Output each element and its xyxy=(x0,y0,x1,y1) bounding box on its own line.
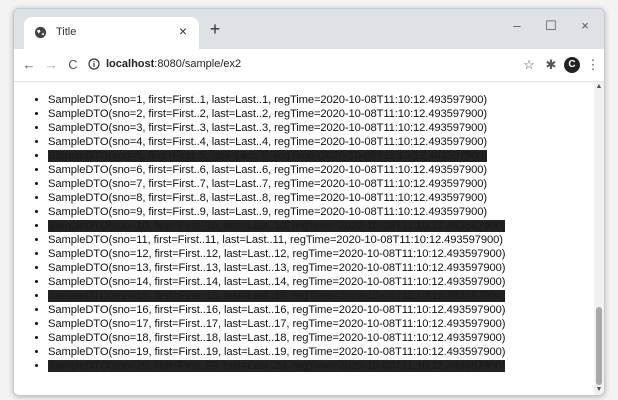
browser-window: Title × + – ☐ × ← → C localhost:8080/sam… xyxy=(13,8,605,396)
list-item: SampleDTO(sno=6, first=First..6, last=La… xyxy=(48,163,505,177)
list-item: SampleDTO(sno=20, first=First..20, last=… xyxy=(48,359,506,373)
menu-kebab-icon[interactable]: ⋮ xyxy=(584,56,602,74)
list-item-text: SampleDTO(sno=13, first=First..13, last=… xyxy=(48,262,506,274)
list-item-text: SampleDTO(sno=9, first=First..9, last=La… xyxy=(48,206,488,218)
list-item-text: SampleDTO(sno=10, first=First..10, last=… xyxy=(48,220,506,232)
list-item-text: SampleDTO(sno=1, first=First..1, last=La… xyxy=(48,94,488,106)
vertical-scrollbar[interactable]: ▲ ▼ xyxy=(594,82,604,395)
list-item-text: SampleDTO(sno=7, first=First..7, last=La… xyxy=(48,178,488,190)
site-info-icon[interactable] xyxy=(88,58,100,70)
list-item: SampleDTO(sno=7, first=First..7, last=La… xyxy=(48,177,505,191)
forward-arrow-icon[interactable]: → xyxy=(42,56,60,74)
scroll-up-icon[interactable]: ▲ xyxy=(594,82,604,92)
list-item: SampleDTO(sno=11, first=First..11, last=… xyxy=(48,233,505,247)
list-item: SampleDTO(sno=14, first=First..14, last=… xyxy=(48,275,506,289)
list-item: SampleDTO(sno=3, first=First..3, last=La… xyxy=(48,121,505,135)
sample-dto-list: SampleDTO(sno=1, first=First..1, last=La… xyxy=(14,93,506,373)
list-item-text: SampleDTO(sno=3, first=First..3, last=La… xyxy=(48,122,488,134)
list-item-text: SampleDTO(sno=2, first=First..2, last=La… xyxy=(48,108,488,120)
globe-icon xyxy=(34,26,47,39)
tab-close-icon[interactable]: × xyxy=(175,23,191,39)
list-item: SampleDTO(sno=19, first=First..19, last=… xyxy=(48,345,506,359)
list-item: SampleDTO(sno=5, first=First..5, last=La… xyxy=(48,149,505,163)
list-item-text: SampleDTO(sno=11, first=First..11, last=… xyxy=(48,234,503,246)
list-item-text: SampleDTO(sno=14, first=First..14, last=… xyxy=(48,276,506,288)
minimize-icon[interactable]: – xyxy=(502,15,532,37)
list-item: SampleDTO(sno=12, first=First..12, last=… xyxy=(48,247,506,261)
list-item-text: SampleDTO(sno=12, first=First..12, last=… xyxy=(48,248,506,260)
bookmark-star-icon[interactable]: ☆ xyxy=(520,56,538,74)
list-item: SampleDTO(sno=18, first=First..18, last=… xyxy=(48,331,506,345)
list-item: SampleDTO(sno=10, first=First..10, last=… xyxy=(48,219,506,233)
profile-avatar[interactable]: C xyxy=(564,57,580,73)
list-item-text: SampleDTO(sno=6, first=First..6, last=La… xyxy=(48,164,488,176)
url-host: localhost xyxy=(106,58,155,70)
browser-toolbar: ← → C localhost:8080/sample/ex2 ☆ ✱ C ⋮ xyxy=(14,49,604,82)
address-bar[interactable]: localhost:8080/sample/ex2 xyxy=(106,58,241,70)
list-item-text: SampleDTO(sno=5, first=First..5, last=La… xyxy=(48,150,488,162)
list-item: SampleDTO(sno=13, first=First..13, last=… xyxy=(48,261,506,275)
list-item: SampleDTO(sno=4, first=First..4, last=La… xyxy=(48,135,505,149)
list-item-text: SampleDTO(sno=4, first=First..4, last=La… xyxy=(48,136,488,148)
list-item: SampleDTO(sno=8, first=First..8, last=La… xyxy=(48,191,505,205)
list-item: SampleDTO(sno=9, first=First..9, last=La… xyxy=(48,205,505,219)
list-item-text: SampleDTO(sno=20, first=First..20, last=… xyxy=(48,360,506,372)
list-item-text: SampleDTO(sno=18, first=First..18, last=… xyxy=(48,332,506,344)
back-arrow-icon[interactable]: ← xyxy=(20,56,38,74)
scroll-down-icon[interactable]: ▼ xyxy=(594,385,604,395)
list-item: SampleDTO(sno=17, first=First..17, last=… xyxy=(48,317,506,331)
tab-strip: Title × + – ☐ × xyxy=(14,9,604,49)
browser-tab[interactable]: Title × xyxy=(24,17,199,49)
window-close-icon[interactable]: × xyxy=(570,15,600,37)
list-item-text: SampleDTO(sno=8, first=First..8, last=La… xyxy=(48,192,488,204)
scrollbar-thumb[interactable] xyxy=(596,307,602,385)
list-item: SampleDTO(sno=1, first=First..1, last=La… xyxy=(48,93,505,107)
tab-title: Title xyxy=(56,26,77,38)
list-item-text: SampleDTO(sno=19, first=First..19, last=… xyxy=(48,346,506,358)
maximize-icon[interactable]: ☐ xyxy=(536,15,566,37)
list-item: SampleDTO(sno=2, first=First..2, last=La… xyxy=(48,107,505,121)
extensions-puzzle-icon[interactable]: ✱ xyxy=(542,56,560,74)
url-path: :8080/sample/ex2 xyxy=(154,58,242,70)
list-item: SampleDTO(sno=15, first=First..15, last=… xyxy=(48,289,506,303)
reload-icon[interactable]: C xyxy=(64,56,82,74)
list-item: SampleDTO(sno=16, first=First..16, last=… xyxy=(48,303,506,317)
list-item-text: SampleDTO(sno=15, first=First..15, last=… xyxy=(48,290,506,302)
new-tab-icon[interactable]: + xyxy=(206,20,224,38)
page-content: SampleDTO(sno=1, first=First..1, last=La… xyxy=(14,82,594,395)
list-item-text: SampleDTO(sno=16, first=First..16, last=… xyxy=(48,304,506,316)
list-item-text: SampleDTO(sno=17, first=First..17, last=… xyxy=(48,318,506,330)
